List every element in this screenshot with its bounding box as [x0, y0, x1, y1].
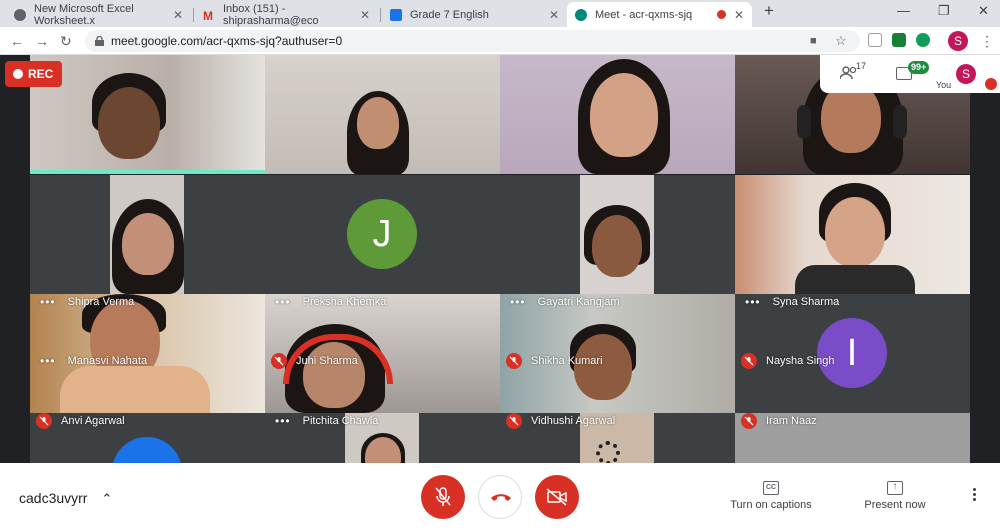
self-avatar[interactable]: S: [956, 64, 976, 84]
record-dot-icon: [13, 69, 23, 79]
url-text: meet.google.com/acr-qxms-sjq?authuser=0: [111, 34, 343, 48]
close-icon[interactable]: ✕: [173, 8, 183, 22]
grammarly-icon[interactable]: [916, 33, 930, 47]
mic-muted-icon: [271, 353, 287, 369]
tab-divider: [380, 8, 381, 22]
mic-toggle-button[interactable]: [421, 475, 465, 519]
minimize-icon[interactable]: —: [897, 3, 910, 18]
participant-name: Anvi Agarwal: [36, 389, 125, 453]
leave-call-button[interactable]: [478, 475, 522, 519]
speaking-dots-icon: •••: [275, 414, 291, 428]
url-field[interactable]: meet.google.com/acr-qxms-sjq?authuser=0 …: [85, 30, 860, 52]
recording-indicator-icon: [716, 10, 726, 19]
participant-name: Iram Naaz: [741, 389, 817, 453]
address-bar-row: ← → ↻ meet.google.com/acr-qxms-sjq?authu…: [0, 27, 1000, 55]
mic-muted-icon: [506, 413, 522, 429]
mic-muted-icon: [506, 353, 522, 369]
present-now-button[interactable]: ↑ Present now: [858, 481, 932, 511]
close-window-icon[interactable]: ✕: [978, 3, 989, 19]
extension-icon[interactable]: [868, 33, 882, 47]
back-icon[interactable]: ←: [10, 33, 24, 49]
mic-off-icon: [435, 487, 451, 506]
tab-meet[interactable]: Meet - acr-qxms-sjq ✕: [567, 2, 752, 27]
meet-icon: [575, 8, 587, 21]
video-grid: J I n: [0, 55, 1000, 463]
browser-tab-bar: New Microsoft Excel Worksheet.x ✕ M Inbo…: [0, 0, 1000, 27]
close-icon[interactable]: ✕: [549, 8, 559, 22]
chat-count-badge: 99+: [908, 61, 930, 74]
gmail-icon: M: [203, 8, 213, 23]
hang-up-icon: [491, 494, 511, 501]
restore-icon[interactable]: ❐: [938, 3, 950, 19]
participant-name: Vidhushi Agarwal: [506, 389, 615, 453]
browser-menu-icon[interactable]: ⋮: [980, 33, 994, 50]
close-icon[interactable]: ✕: [734, 8, 744, 22]
reload-icon[interactable]: ↻: [60, 33, 72, 50]
meeting-controls-bar: cadc3uvyrr ⌃ CC Turn on captions ↑ Prese…: [0, 463, 1000, 531]
present-screen-icon: ↑: [887, 481, 903, 495]
you-label: You: [936, 80, 952, 90]
extension-icon[interactable]: [892, 33, 906, 47]
meeting-code: cadc3uvyrr: [19, 490, 88, 506]
participant-name: ••• Pitchita Chawla: [275, 414, 379, 428]
close-icon[interactable]: ✕: [360, 8, 370, 22]
tab-excel[interactable]: New Microsoft Excel Worksheet.x ✕: [6, 2, 191, 27]
tab-divider: [193, 8, 194, 22]
camera-off-icon: [546, 488, 567, 506]
tab-title: Inbox (151) - shiprasharma@eco: [223, 2, 319, 27]
tab-classroom[interactable]: Grade 7 English ✕: [382, 2, 567, 27]
mic-muted-icon: [741, 413, 757, 429]
speaking-dots-icon: •••: [40, 354, 56, 368]
chevron-up-icon[interactable]: ⌃: [101, 491, 112, 506]
recording-badge: REC: [5, 61, 62, 87]
globe-icon: [14, 8, 26, 21]
classroom-icon: [390, 8, 402, 21]
more-options-icon[interactable]: [973, 488, 977, 503]
meeting-top-panel: 17 99+ You S: [820, 55, 1000, 93]
people-count: 17: [856, 61, 867, 71]
self-mic-muted-icon: [985, 78, 997, 90]
mic-muted-icon: [36, 413, 52, 429]
camera-toggle-button[interactable]: [535, 475, 579, 519]
bookmark-star-icon[interactable]: ☆: [835, 30, 847, 52]
lock-icon: [95, 36, 104, 46]
forward-icon[interactable]: →: [35, 33, 49, 49]
mic-muted-icon: [741, 353, 757, 369]
meeting-details[interactable]: cadc3uvyrr ⌃: [19, 490, 112, 507]
new-tab-button[interactable]: +: [764, 1, 774, 21]
tab-title: Meet - acr-qxms-sjq: [595, 8, 693, 21]
tab-title: Grade 7 English: [410, 8, 489, 21]
tab-gmail[interactable]: M Inbox (151) - shiprasharma@eco ✕: [195, 2, 378, 27]
people-icon[interactable]: [839, 66, 857, 80]
profile-avatar[interactable]: S: [948, 31, 968, 51]
tab-title: New Microsoft Excel Worksheet.x: [34, 2, 134, 27]
active-speaker-indicator: [30, 170, 265, 174]
camera-icon[interactable]: ■: [810, 30, 817, 52]
closed-captions-icon: CC: [763, 481, 779, 495]
captions-button[interactable]: CC Turn on captions: [725, 481, 817, 511]
